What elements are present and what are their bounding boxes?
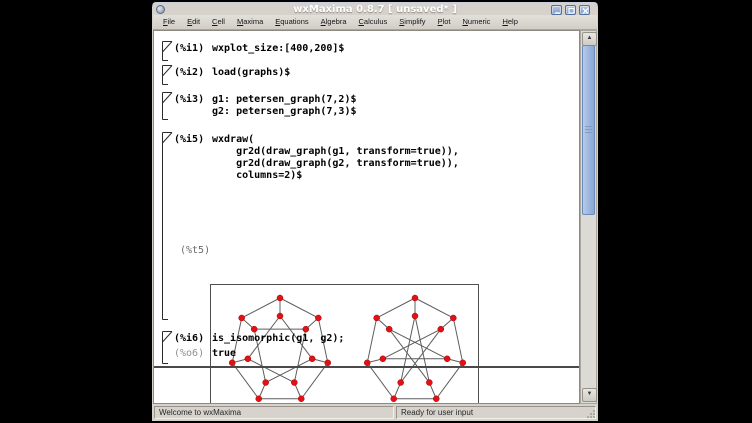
arrow-up-icon: ▲ xyxy=(587,35,593,41)
graph-vertex xyxy=(412,295,418,301)
graph-vertex xyxy=(291,380,297,386)
input-label: (%i5) xyxy=(174,134,204,145)
input-code[interactable]: load(graphs)$ xyxy=(212,67,290,79)
graph-vertex xyxy=(309,356,315,362)
status-message-right: Ready for user input xyxy=(396,406,596,419)
graph-vertex xyxy=(277,295,283,301)
graph-vertex xyxy=(277,313,283,319)
titlebar-buttons xyxy=(551,5,590,15)
output-value: true xyxy=(212,348,236,359)
menu-item-algebra[interactable]: Algebra xyxy=(315,15,353,29)
titlebar[interactable]: wxMaxima 0.8.7 [ unsaved* ] xyxy=(152,2,598,16)
menu-item-calculus[interactable]: Calculus xyxy=(353,15,394,29)
worksheet[interactable]: (%i1) wxplot_size:[400,200]$ (%i2) load(… xyxy=(153,30,580,404)
graph-vertex xyxy=(239,315,245,321)
menu-item-equations[interactable]: Equations xyxy=(269,15,314,29)
menu-item-cell[interactable]: Cell xyxy=(206,15,231,29)
menu-item-help[interactable]: Help xyxy=(496,15,523,29)
input-label: (%i3) xyxy=(174,94,204,105)
input-label: (%i6) xyxy=(174,333,204,344)
graph-vertex xyxy=(386,326,392,332)
cell-bracket[interactable] xyxy=(161,132,173,320)
arrow-down-icon: ▼ xyxy=(587,391,593,397)
graph-vertex xyxy=(391,396,397,402)
scroll-down-button[interactable]: ▼ xyxy=(582,388,597,402)
status-message-left: Welcome to wxMaxima xyxy=(154,406,394,419)
scroll-up-button[interactable]: ▲ xyxy=(582,32,597,46)
graph-vertex xyxy=(256,396,262,402)
output-label-t5: (%t5) xyxy=(180,245,210,256)
graph-vertex xyxy=(303,326,309,332)
graph-vertex xyxy=(263,380,269,386)
menubar: FileEditCellMaximaEquationsAlgebraCalcul… xyxy=(153,15,597,30)
graph-vertex xyxy=(398,380,404,386)
statusbar: Welcome to wxMaxima Ready for user input xyxy=(153,404,597,421)
menu-item-maxima[interactable]: Maxima xyxy=(231,15,269,29)
graph-vertex xyxy=(438,326,444,332)
graph-vertex xyxy=(298,396,304,402)
menu-item-file[interactable]: File xyxy=(157,15,181,29)
graph-vertex xyxy=(325,360,331,366)
cell-bracket[interactable] xyxy=(161,65,173,85)
resize-grip-icon[interactable] xyxy=(587,410,595,418)
content-area: (%i1) wxplot_size:[400,200]$ (%i2) load(… xyxy=(153,30,597,404)
minimize-button[interactable] xyxy=(551,5,562,15)
scrollbar-thumb[interactable] xyxy=(582,45,595,215)
menu-item-edit[interactable]: Edit xyxy=(181,15,206,29)
graph-vertex xyxy=(460,360,466,366)
input-code[interactable]: wxplot_size:[400,200]$ xyxy=(212,43,344,55)
graph-vertex xyxy=(364,360,370,366)
graph-vertex xyxy=(245,356,251,362)
output-label-o6: (%o6) xyxy=(174,348,204,359)
cell-bracket[interactable] xyxy=(161,92,173,120)
input-code[interactable]: is_isomorphic(g1, g2); xyxy=(212,333,344,345)
graph-vertex xyxy=(374,315,380,321)
input-label: (%i1) xyxy=(174,43,204,54)
maximize-button[interactable] xyxy=(565,5,576,15)
menu-item-plot[interactable]: Plot xyxy=(432,15,457,29)
input-code[interactable]: g1: petersen_graph(7,2)$ g2: petersen_gr… xyxy=(212,94,357,118)
horizontal-cursor[interactable] xyxy=(154,366,579,368)
close-button[interactable] xyxy=(579,5,590,15)
menu-item-numeric[interactable]: Numeric xyxy=(457,15,497,29)
vertical-scrollbar[interactable]: ▲ ▼ xyxy=(580,30,597,404)
scrollbar-grip-icon xyxy=(585,126,592,133)
graph-vertex xyxy=(315,315,321,321)
screen: wxMaxima 0.8.7 [ unsaved* ] FileEditCell… xyxy=(0,0,752,423)
graph-vertex xyxy=(380,356,386,362)
graph-vertex xyxy=(450,315,456,321)
graph-vertex xyxy=(251,326,257,332)
graph-vertex xyxy=(444,356,450,362)
input-label: (%i2) xyxy=(174,67,204,78)
graph-vertex xyxy=(229,360,235,366)
cell-bracket[interactable] xyxy=(161,331,173,364)
graph-vertex xyxy=(412,313,418,319)
menu-item-simplify[interactable]: Simplify xyxy=(393,15,431,29)
input-code[interactable]: wxdraw( gr2d(draw_graph(g1, transform=tr… xyxy=(212,134,459,182)
wxmaxima-window: wxMaxima 0.8.7 [ unsaved* ] FileEditCell… xyxy=(152,2,598,421)
cell-bracket[interactable] xyxy=(161,41,173,61)
graph-vertex xyxy=(426,380,432,386)
graph-vertex xyxy=(433,396,439,402)
